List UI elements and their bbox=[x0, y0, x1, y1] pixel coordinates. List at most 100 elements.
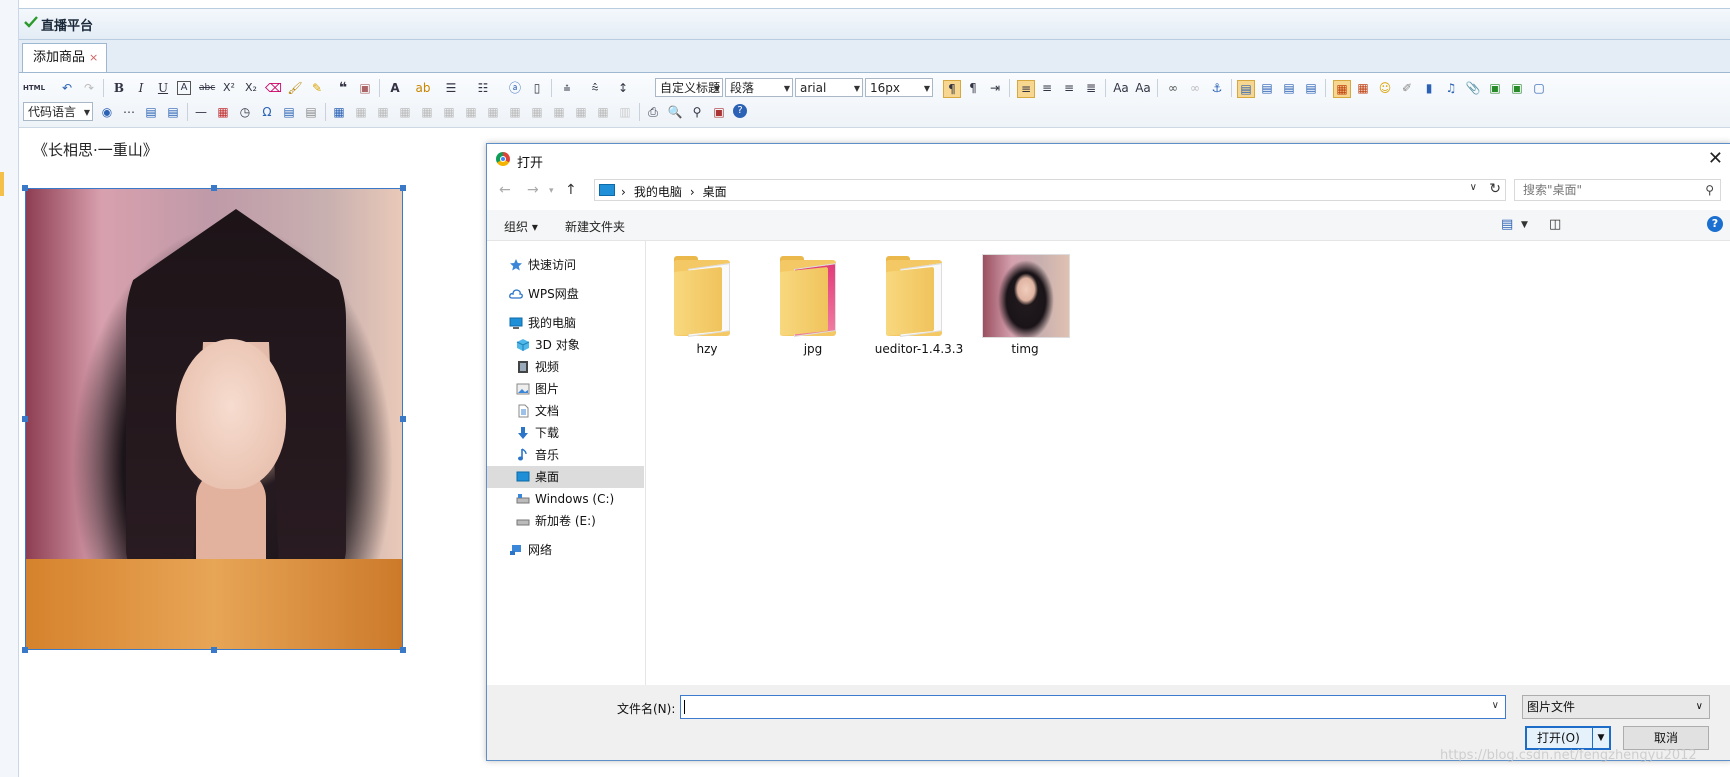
sidebar-item-network[interactable]: 网络 bbox=[487, 539, 644, 561]
select-all-icon[interactable]: ⓐ bbox=[507, 80, 523, 96]
delete-col-icon[interactable]: ▦ bbox=[463, 104, 479, 120]
horizontal-rule-icon[interactable]: — bbox=[193, 104, 209, 120]
open-dropdown-icon[interactable]: ▼ bbox=[1592, 728, 1609, 748]
view-mode-icon[interactable]: ▤ bbox=[1501, 217, 1513, 232]
refresh-icon[interactable]: ↻ bbox=[1489, 181, 1501, 197]
date-icon[interactable]: ▦ bbox=[215, 104, 231, 120]
delete-row-icon[interactable]: ▦ bbox=[419, 104, 435, 120]
help-icon[interactable]: ? bbox=[1707, 216, 1723, 232]
scrawl-icon[interactable]: ✐ bbox=[1399, 80, 1415, 96]
page-break-icon[interactable]: ⋯ bbox=[121, 104, 137, 120]
sidebar-item-music[interactable]: 音乐 bbox=[487, 444, 644, 466]
resize-handle[interactable] bbox=[400, 647, 406, 653]
file-item-jpg[interactable]: jpg bbox=[764, 250, 862, 360]
font-family-select[interactable]: arial ▼ bbox=[795, 78, 863, 97]
strikethrough-icon[interactable]: abc bbox=[199, 80, 215, 96]
eraser-icon[interactable]: ⌫ bbox=[265, 80, 282, 96]
uppercase-icon[interactable]: Aa bbox=[1113, 80, 1129, 96]
auto-format-icon[interactable]: ✎ bbox=[309, 80, 325, 96]
tab-close-icon[interactable]: × bbox=[89, 51, 98, 64]
code-language-select[interactable]: 代码语言 ▼ bbox=[23, 102, 93, 121]
line-height-icon[interactable]: ↕ bbox=[615, 80, 631, 96]
merge-down-icon[interactable]: ▦ bbox=[529, 104, 545, 120]
sidebar-item-quick-access[interactable]: 快速访问 bbox=[487, 254, 644, 276]
map-icon[interactable]: ▣ bbox=[1487, 80, 1503, 96]
insert-code-icon[interactable]: ▤ bbox=[143, 104, 159, 120]
sidebar-item-documents[interactable]: 文档 bbox=[487, 400, 644, 422]
file-item-timg[interactable]: timg bbox=[976, 250, 1074, 360]
breadcrumb-item[interactable]: 我的电脑 bbox=[634, 185, 682, 199]
up-arrow-icon[interactable]: ↑ bbox=[565, 182, 577, 198]
border-text-icon[interactable]: A bbox=[177, 81, 191, 95]
insert-paragraph-before-table-icon[interactable]: ▦ bbox=[375, 104, 391, 120]
filetype-select[interactable]: 图片文件 ∨ bbox=[1522, 695, 1710, 719]
snapscreen-icon[interactable]: ▤ bbox=[303, 104, 319, 120]
print-icon[interactable]: ⎙ bbox=[645, 104, 661, 120]
insert-video-icon[interactable]: ▮ bbox=[1421, 80, 1437, 96]
emotion-icon[interactable]: ☺ bbox=[1377, 80, 1393, 96]
search-input[interactable]: 搜索"桌面" ⚲ bbox=[1514, 179, 1721, 201]
superscript-icon[interactable]: X² bbox=[221, 80, 237, 96]
clear-doc-icon[interactable]: ▯ bbox=[529, 80, 545, 96]
align-right-icon[interactable]: ≡ bbox=[1061, 80, 1077, 96]
filename-input[interactable]: ∨ bbox=[680, 695, 1506, 719]
file-item-ueditor[interactable]: ueditor-1.4.3.3 bbox=[870, 250, 968, 360]
sidebar-item-drive-c[interactable]: Windows (C:) bbox=[487, 488, 644, 510]
insert-table-icon[interactable]: ▦ bbox=[331, 104, 347, 120]
underline-icon[interactable]: U bbox=[155, 80, 171, 96]
anchor-icon[interactable]: ⚓ bbox=[1209, 80, 1225, 96]
indent-icon[interactable]: ⇥ bbox=[987, 80, 1003, 96]
redo-icon[interactable]: ↷ bbox=[81, 80, 97, 96]
delete-table-icon[interactable]: ▦ bbox=[353, 104, 369, 120]
chevron-down-icon[interactable]: ∨ bbox=[1470, 182, 1477, 193]
resize-handle[interactable] bbox=[22, 647, 28, 653]
italic-icon[interactable]: I bbox=[133, 80, 149, 96]
html-source-icon[interactable]: HTML bbox=[23, 80, 45, 96]
ltr-direction-icon[interactable]: ¶ bbox=[943, 80, 961, 98]
back-arrow-icon[interactable]: ← bbox=[499, 182, 511, 198]
font-size-select[interactable]: 16px ▼ bbox=[865, 78, 933, 97]
image-left-icon[interactable]: ▤ bbox=[1259, 80, 1275, 96]
wordimage-icon[interactable]: ▤ bbox=[281, 104, 297, 120]
time-icon[interactable]: ◷ bbox=[237, 104, 253, 120]
sidebar-item-my-computer[interactable]: 我的电脑 bbox=[487, 312, 644, 334]
drafts-icon[interactable]: ▣ bbox=[711, 104, 727, 120]
rtl-direction-icon[interactable]: ¶ bbox=[965, 80, 981, 96]
align-left-icon[interactable]: ≡ bbox=[1017, 80, 1035, 98]
music-icon[interactable]: ♫ bbox=[1443, 80, 1459, 96]
sidebar-item-videos[interactable]: 视频 bbox=[487, 356, 644, 378]
breadcrumb-item[interactable]: 桌面 bbox=[703, 185, 727, 199]
preview-icon[interactable]: 🔍 bbox=[667, 104, 683, 120]
undo-icon[interactable]: ↶ bbox=[59, 80, 75, 96]
merge-cells-icon[interactable]: ▦ bbox=[485, 104, 501, 120]
resize-handle[interactable] bbox=[400, 185, 406, 191]
blockquote-icon[interactable]: ❝ bbox=[335, 80, 351, 96]
background-icon[interactable]: ▤ bbox=[165, 104, 181, 120]
sidebar-item-wps-drive[interactable]: WPS网盘 bbox=[487, 283, 644, 305]
font-color-icon[interactable]: A bbox=[387, 80, 403, 96]
paragraph-select[interactable]: 段落 ▼ bbox=[725, 78, 793, 97]
resize-handle[interactable] bbox=[22, 185, 28, 191]
subscript-icon[interactable]: X₂ bbox=[243, 80, 259, 96]
image-center-icon[interactable]: ▤ bbox=[1303, 80, 1319, 96]
align-justify-icon[interactable]: ≣ bbox=[1083, 80, 1099, 96]
merge-right-icon[interactable]: ▦ bbox=[507, 104, 523, 120]
image-none-icon[interactable]: ▤ bbox=[1237, 80, 1255, 98]
bold-icon[interactable]: B bbox=[111, 80, 127, 96]
open-button[interactable]: 打开(O) ▼ bbox=[1525, 726, 1611, 750]
insert-image-icon[interactable]: ▦ bbox=[1355, 80, 1371, 96]
insert-frame-icon[interactable]: ▢ bbox=[1531, 80, 1547, 96]
address-bar[interactable]: › 我的电脑 › 桌面 ∨ ↻ bbox=[594, 179, 1506, 201]
row-spacing-top-icon[interactable]: ⩮ bbox=[559, 80, 575, 96]
resize-handle[interactable] bbox=[22, 416, 28, 422]
help-icon[interactable]: ? bbox=[733, 104, 747, 118]
close-icon[interactable]: ✕ bbox=[1708, 148, 1723, 169]
new-folder-button[interactable]: 新建文件夹 bbox=[565, 218, 625, 235]
sidebar-item-desktop[interactable]: 桌面 bbox=[487, 466, 644, 488]
background-color-icon[interactable]: ab bbox=[415, 80, 431, 96]
link-icon[interactable]: ∞ bbox=[1165, 80, 1181, 96]
preview-pane-icon[interactable]: ◫ bbox=[1549, 217, 1561, 232]
format-brush-icon[interactable]: 🖌 bbox=[287, 80, 303, 96]
sidebar-item-downloads[interactable]: 下载 bbox=[487, 422, 644, 444]
split-cells-icon[interactable]: ▦ bbox=[551, 104, 567, 120]
